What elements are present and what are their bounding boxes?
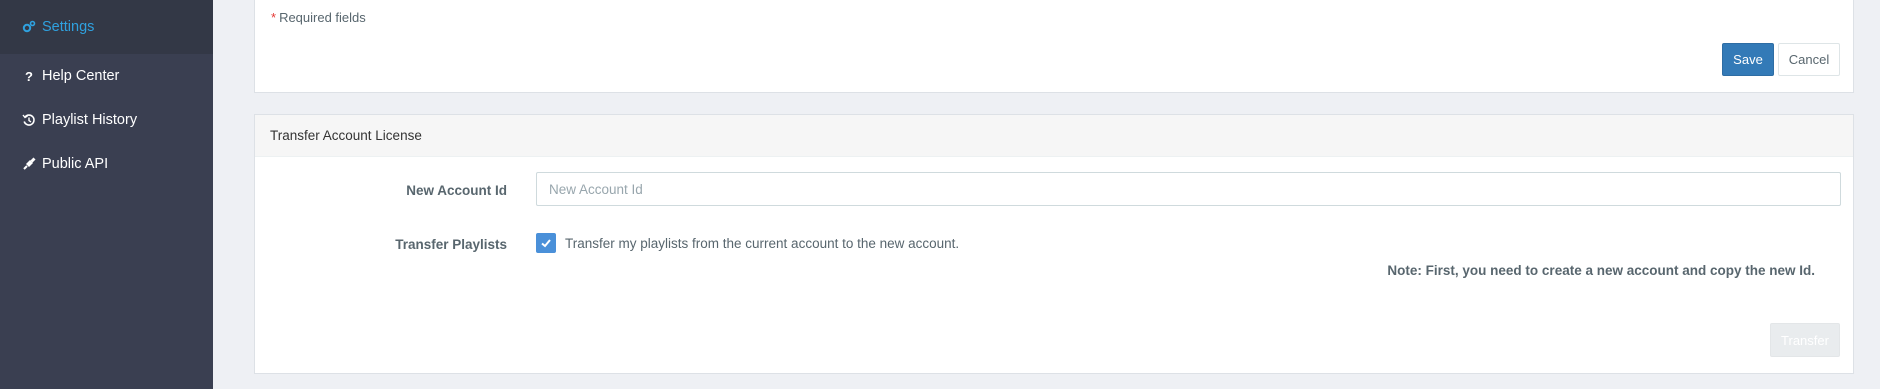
- transfer-button[interactable]: Transfer: [1770, 323, 1840, 357]
- sidebar-item-label: Playlist History: [42, 112, 138, 128]
- cancel-button[interactable]: Cancel: [1778, 43, 1840, 76]
- sidebar-item-settings[interactable]: Settings: [0, 0, 213, 54]
- required-star: *: [271, 10, 277, 25]
- new-account-id-label: New Account Id: [406, 183, 507, 198]
- transfer-license-panel: Transfer Account License New Account Id …: [254, 114, 1854, 374]
- sidebar-item-label: Settings: [42, 19, 95, 35]
- transfer-note: Note: First, you need to create a new ac…: [1387, 263, 1815, 278]
- settings-form-panel: * Required fields Save Cancel: [254, 0, 1854, 93]
- question-icon: ?: [22, 69, 36, 83]
- sidebar-item-label: Public API: [42, 156, 109, 172]
- sidebar-item-public-api[interactable]: Public API: [0, 142, 213, 186]
- required-fields-note: * Required fields: [271, 10, 366, 25]
- cogs-icon: [22, 20, 36, 34]
- required-text: Required fields: [279, 10, 366, 25]
- svg-text:?: ?: [25, 69, 33, 83]
- sidebar: Settings ? Help Center Playlist History …: [0, 0, 213, 389]
- transfer-playlists-description: Transfer my playlists from the current a…: [565, 236, 960, 251]
- transfer-playlists-label: Transfer Playlists: [395, 237, 507, 252]
- panel-title: Transfer Account License: [255, 115, 1853, 157]
- plug-icon: [22, 157, 36, 171]
- main-content: * Required fields Save Cancel Transfer Ac…: [213, 0, 1880, 389]
- new-account-id-input[interactable]: [536, 172, 1841, 206]
- check-icon: [541, 239, 551, 248]
- sidebar-item-playlist-history[interactable]: Playlist History: [0, 98, 213, 142]
- save-button[interactable]: Save: [1722, 43, 1774, 76]
- history-icon: [22, 113, 36, 127]
- transfer-playlists-checkbox[interactable]: [536, 233, 556, 253]
- sidebar-item-help-center[interactable]: ? Help Center: [0, 54, 213, 98]
- sidebar-item-label: Help Center: [42, 68, 120, 84]
